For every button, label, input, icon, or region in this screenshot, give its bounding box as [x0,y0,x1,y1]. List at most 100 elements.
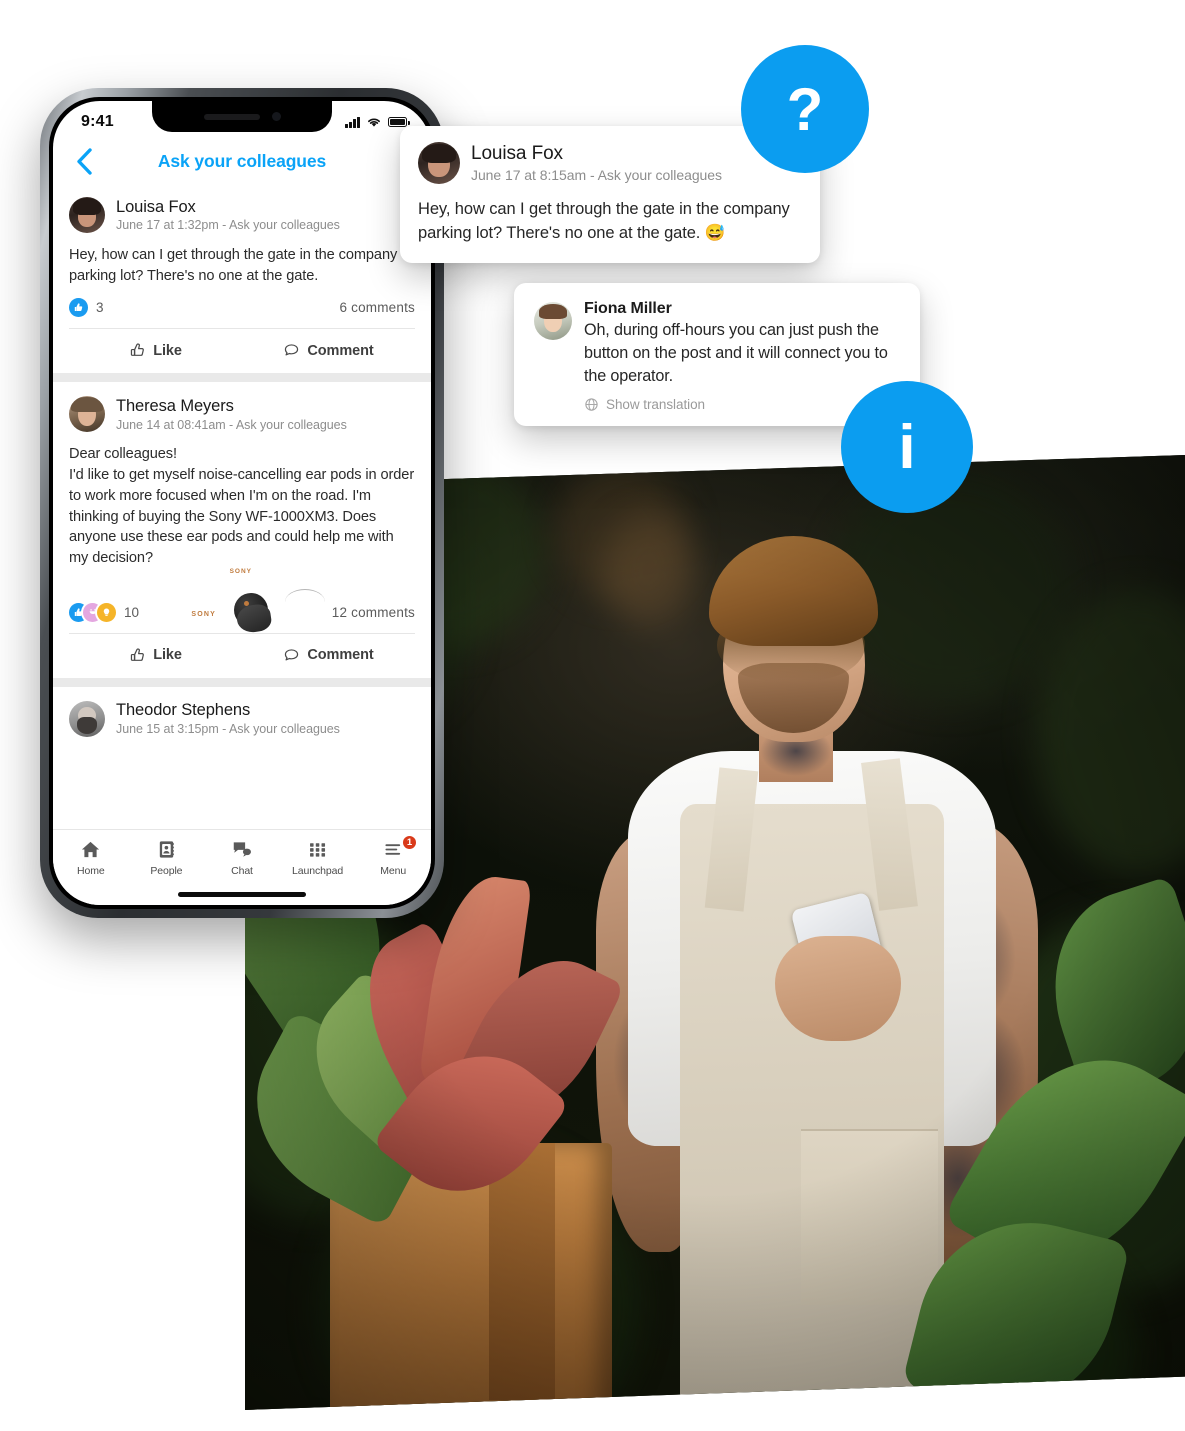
tab-launchpad[interactable]: Launchpad [280,839,356,877]
like-label: Like [153,342,182,359]
comment-button[interactable]: Comment [242,329,415,373]
tab-home[interactable]: Home [53,839,129,877]
post-actions: Like Comment [69,632,415,678]
tab-chat[interactable]: Chat [204,839,280,877]
card-author: Fiona Miller [584,300,672,317]
lightbulb-reaction-icon [97,602,116,622]
status-time: 9:41 [81,113,114,130]
post-louisa-fox[interactable]: Louisa Fox June 17 at 1:32pm - Ask your … [53,183,431,374]
planter-box-edge [489,1142,556,1401]
post-counts: 3 6 comments [69,298,415,328]
globe-icon [585,398,598,411]
avatar-louisa-fox[interactable] [418,142,460,184]
tab-label: Home [76,865,105,877]
post-author-block: Theresa Meyers June 14 at 08:41am - Ask … [116,397,347,432]
reaction-summary[interactable]: 3 [69,298,104,318]
comment-count[interactable]: 6 comments [339,300,415,315]
like-button[interactable]: Like [69,634,242,678]
signal-bars-icon [345,116,360,128]
question-mark-icon[interactable]: ? [741,45,869,173]
thumbs-up-outline-icon [131,648,145,661]
tab-label: Chat [231,865,253,877]
post-body: Dear colleagues! I'd like to get myself … [69,446,415,567]
grid-icon [310,843,326,857]
post-meta: June 14 at 08:41am - Ask your colleagues [116,417,347,432]
wifi-icon [368,118,380,127]
apron-pocket [801,1128,939,1305]
thumbs-up-reaction-icon [69,298,88,318]
thumbs-up-outline-icon [131,343,145,357]
post-theodor-stephens[interactable]: Theodor Stephens June 15 at 3:15pm - Ask… [53,686,431,737]
tab-label: Menu [380,865,407,877]
tab-label: People [150,865,183,877]
card-header: Louisa Fox June 17 at 8:15am - Ask your … [418,142,802,184]
earpiece-speaker [203,113,260,120]
post-meta: June 15 at 3:15pm - Ask your colleagues [116,722,340,737]
hands [775,935,902,1041]
menu-icon [385,844,400,855]
comment-label: Comment [307,342,374,359]
front-camera-icon [271,112,281,121]
like-label: Like [153,647,182,664]
post-theresa-meyers[interactable]: Theresa Meyers June 14 at 08:41am - Ask … [53,382,431,678]
info-icon[interactable]: i [841,381,973,513]
post-meta: June 17 at 1:32pm - Ask your colleagues [116,218,340,233]
phone-screen: 9:41 Ask your colleagues Louisa Fox June… [53,101,431,905]
comment-label: Comment [307,647,374,664]
avatar-theodor-stephens[interactable] [69,700,105,737]
phone-mockup: 9:41 Ask your colleagues Louisa Fox June… [40,88,444,918]
contacts-icon [159,841,174,858]
page-title: Ask your colleagues [157,150,327,171]
post-header: Theresa Meyers June 14 at 08:41am - Ask … [69,396,415,433]
home-icon [82,841,100,858]
avatar-louisa-fox[interactable] [69,197,105,233]
post-author-block: Theodor Stephens June 15 at 3:15pm - Ask… [116,701,340,736]
post-author-block: Louisa Fox June 17 at 1:32pm - Ask your … [116,198,340,233]
app-bar: Ask your colleagues [53,139,431,183]
reaction-count: 10 [124,604,140,620]
post-author: Theodor Stephens [116,701,251,720]
post-actions: Like Comment [69,328,415,373]
post-header: Louisa Fox June 17 at 1:32pm - Ask your … [69,197,415,233]
card-meta: June 17 at 8:15am - Ask your colleagues [471,167,722,184]
post-divider [53,677,431,687]
phone-notch [152,101,332,132]
status-icons [345,116,410,128]
card-author: Louisa Fox [471,142,563,164]
post-header: Theodor Stephens June 15 at 3:15pm - Ask… [69,700,415,737]
home-indicator[interactable] [178,892,306,897]
post-author: Theresa Meyers [116,396,234,415]
tab-people[interactable]: People [129,839,205,877]
card-content: Fiona Miller Oh, during off-hours you ca… [584,300,900,412]
comment-button[interactable]: Comment [242,634,415,678]
tab-label: Launchpad [292,865,344,877]
reaction-summary[interactable]: 10 [69,602,140,622]
like-button[interactable]: Like [69,329,242,373]
card-body: Oh, during off-hours you can just push t… [584,321,888,385]
menu-notification-badge: 1 [401,835,417,850]
show-translation-label: Show translation [606,397,706,412]
card-author-block: Louisa Fox June 17 at 8:15am - Ask your … [471,143,722,184]
speech-bubble-outline-icon [285,649,299,661]
avatar-theresa-meyers[interactable] [69,396,105,433]
page-root: 9:41 Ask your colleagues Louisa Fox June… [0,0,1185,1431]
hair [709,535,878,646]
avatar-fiona-miller[interactable] [534,302,572,340]
post-divider [53,373,431,383]
sony-wf-1000xm3-earbuds-image[interactable]: SONY [69,567,415,634]
battery-icon [388,117,410,127]
phone-bezel: 9:41 Ask your colleagues Louisa Fox June… [49,97,435,909]
post-author: Louisa Fox [116,197,196,216]
back-chevron-icon[interactable] [69,146,99,176]
earbud-highlight [285,588,325,615]
tab-menu[interactable]: 1 Menu [355,835,431,877]
speech-bubble-outline-icon [285,344,299,356]
bottom-tab-bar: Home People Chat Launchpad 1 Menu [53,829,431,905]
reaction-count: 3 [96,300,104,316]
earbud-sony-logo: SONY [229,567,252,575]
comment-count[interactable]: 12 comments [332,605,415,620]
post-feed[interactable]: Louisa Fox June 17 at 1:32pm - Ask your … [53,183,431,829]
chat-icon [233,842,251,857]
post-body: Hey, how can I get through the gate in t… [69,247,398,284]
card-inner: Fiona Miller Oh, during off-hours you ca… [534,300,900,412]
